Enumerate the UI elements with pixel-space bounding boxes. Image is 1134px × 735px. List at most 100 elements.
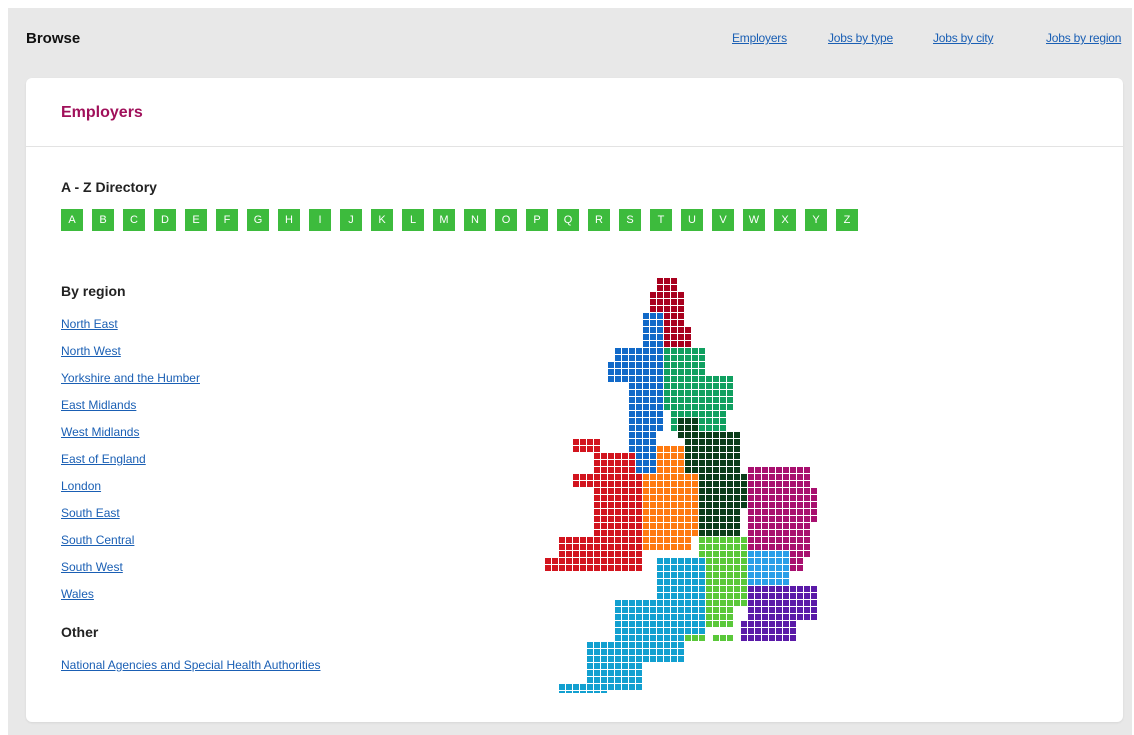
map-cell-east-of-england[interactable] [776, 544, 782, 550]
map-cell-london[interactable] [748, 558, 754, 564]
map-cell-south-central[interactable] [734, 537, 740, 543]
map-cell-north-west[interactable] [650, 453, 656, 459]
map-cell-south-east[interactable] [783, 600, 789, 606]
map-cell-south-west[interactable] [657, 649, 663, 655]
map-cell-north-west[interactable] [643, 467, 649, 473]
map-cell-north-west[interactable] [650, 355, 656, 361]
map-cell-east-of-england[interactable] [762, 537, 768, 543]
map-cell-north-west[interactable] [657, 425, 663, 431]
map-cell-south-west[interactable] [664, 642, 670, 648]
map-cell-wales[interactable] [622, 516, 628, 522]
map-cell-south-west[interactable] [601, 677, 607, 683]
map-cell-south-west[interactable] [601, 684, 607, 690]
az-letter-f[interactable]: F [216, 209, 238, 231]
map-cell-south-east[interactable] [755, 635, 761, 641]
map-cell-wales[interactable] [587, 544, 593, 550]
map-cell-east-of-england[interactable] [804, 551, 810, 557]
map-cell-south-central[interactable] [741, 579, 747, 585]
map-cell-west-midlands[interactable] [657, 537, 663, 543]
map-cell-north-west[interactable] [657, 383, 663, 389]
map-cell-east-of-england[interactable] [748, 474, 754, 480]
map-cell-north-east[interactable] [685, 341, 691, 347]
map-cell-south-central[interactable] [720, 572, 726, 578]
map-cell-yorkshire-and-the-humber[interactable] [678, 383, 684, 389]
map-cell-west-midlands[interactable] [692, 481, 698, 487]
az-letter-h[interactable]: H [278, 209, 300, 231]
map-cell-east-midlands[interactable] [699, 474, 705, 480]
map-cell-east-of-england[interactable] [790, 523, 796, 529]
map-cell-south-west[interactable] [615, 607, 621, 613]
map-cell-north-east[interactable] [678, 334, 684, 340]
map-cell-wales[interactable] [629, 537, 635, 543]
map-cell-east-of-england[interactable] [748, 509, 754, 515]
map-cell-east-midlands[interactable] [727, 530, 733, 536]
map-cell-west-midlands[interactable] [657, 474, 663, 480]
az-letter-c[interactable]: C [123, 209, 145, 231]
map-cell-north-west[interactable] [629, 411, 635, 417]
map-cell-south-west[interactable] [699, 572, 705, 578]
map-cell-north-west[interactable] [650, 432, 656, 438]
map-cell-yorkshire-and-the-humber[interactable] [671, 383, 677, 389]
map-cell-north-west[interactable] [636, 439, 642, 445]
map-cell-north-west[interactable] [650, 411, 656, 417]
map-cell-yorkshire-and-the-humber[interactable] [664, 404, 670, 410]
map-cell-yorkshire-and-the-humber[interactable] [671, 348, 677, 354]
map-cell-yorkshire-and-the-humber[interactable] [699, 348, 705, 354]
map-cell-yorkshire-and-the-humber[interactable] [713, 404, 719, 410]
map-cell-west-midlands[interactable] [671, 509, 677, 515]
map-cell-south-west[interactable] [671, 558, 677, 564]
map-cell-yorkshire-and-the-humber[interactable] [685, 369, 691, 375]
map-cell-south-east[interactable] [797, 586, 803, 592]
map-cell-wales[interactable] [601, 530, 607, 536]
map-cell-north-east[interactable] [664, 334, 670, 340]
map-cell-east-of-england[interactable] [755, 495, 761, 501]
map-cell-south-west[interactable] [594, 656, 600, 662]
map-cell-south-west[interactable] [601, 691, 607, 693]
map-cell-south-east[interactable] [762, 586, 768, 592]
map-cell-yorkshire-and-the-humber[interactable] [692, 383, 698, 389]
map-cell-west-midlands[interactable] [664, 446, 670, 452]
map-cell-east-midlands[interactable] [692, 446, 698, 452]
map-cell-north-west[interactable] [643, 355, 649, 361]
map-cell-east-midlands[interactable] [699, 502, 705, 508]
map-cell-wales[interactable] [629, 544, 635, 550]
map-cell-yorkshire-and-the-humber[interactable] [692, 376, 698, 382]
map-cell-west-midlands[interactable] [657, 446, 663, 452]
map-cell-east-of-england[interactable] [804, 467, 810, 473]
map-cell-wales[interactable] [587, 481, 593, 487]
map-cell-north-west[interactable] [650, 460, 656, 466]
map-cell-east-midlands[interactable] [692, 418, 698, 424]
map-cell-south-west[interactable] [643, 607, 649, 613]
map-cell-east-of-england[interactable] [790, 530, 796, 536]
map-cell-south-west[interactable] [594, 649, 600, 655]
map-cell-wales[interactable] [629, 495, 635, 501]
map-cell-south-west[interactable] [615, 677, 621, 683]
map-cell-north-east[interactable] [650, 292, 656, 298]
map-cell-north-west[interactable] [650, 348, 656, 354]
map-cell-wales[interactable] [594, 558, 600, 564]
map-cell-north-west[interactable] [650, 320, 656, 326]
map-cell-north-west[interactable] [615, 362, 621, 368]
map-cell-wales[interactable] [622, 474, 628, 480]
map-cell-wales[interactable] [580, 439, 586, 445]
map-cell-west-midlands[interactable] [664, 502, 670, 508]
map-cell-wales[interactable] [580, 565, 586, 571]
map-cell-south-central[interactable] [706, 537, 712, 543]
map-cell-east-midlands[interactable] [741, 502, 747, 508]
map-cell-north-west[interactable] [657, 348, 663, 354]
map-cell-north-west[interactable] [643, 390, 649, 396]
map-cell-south-east[interactable] [769, 621, 775, 627]
map-cell-south-east[interactable] [762, 628, 768, 634]
map-cell-london[interactable] [762, 558, 768, 564]
map-cell-west-midlands[interactable] [664, 537, 670, 543]
map-cell-south-west[interactable] [671, 621, 677, 627]
map-cell-wales[interactable] [608, 460, 614, 466]
map-cell-north-east[interactable] [671, 334, 677, 340]
map-cell-south-west[interactable] [615, 621, 621, 627]
map-cell-south-west[interactable] [678, 586, 684, 592]
map-cell-east-midlands[interactable] [734, 467, 740, 473]
map-cell-wales[interactable] [608, 467, 614, 473]
map-cell-north-east[interactable] [664, 341, 670, 347]
map-cell-wales[interactable] [615, 460, 621, 466]
map-cell-east-midlands[interactable] [706, 488, 712, 494]
